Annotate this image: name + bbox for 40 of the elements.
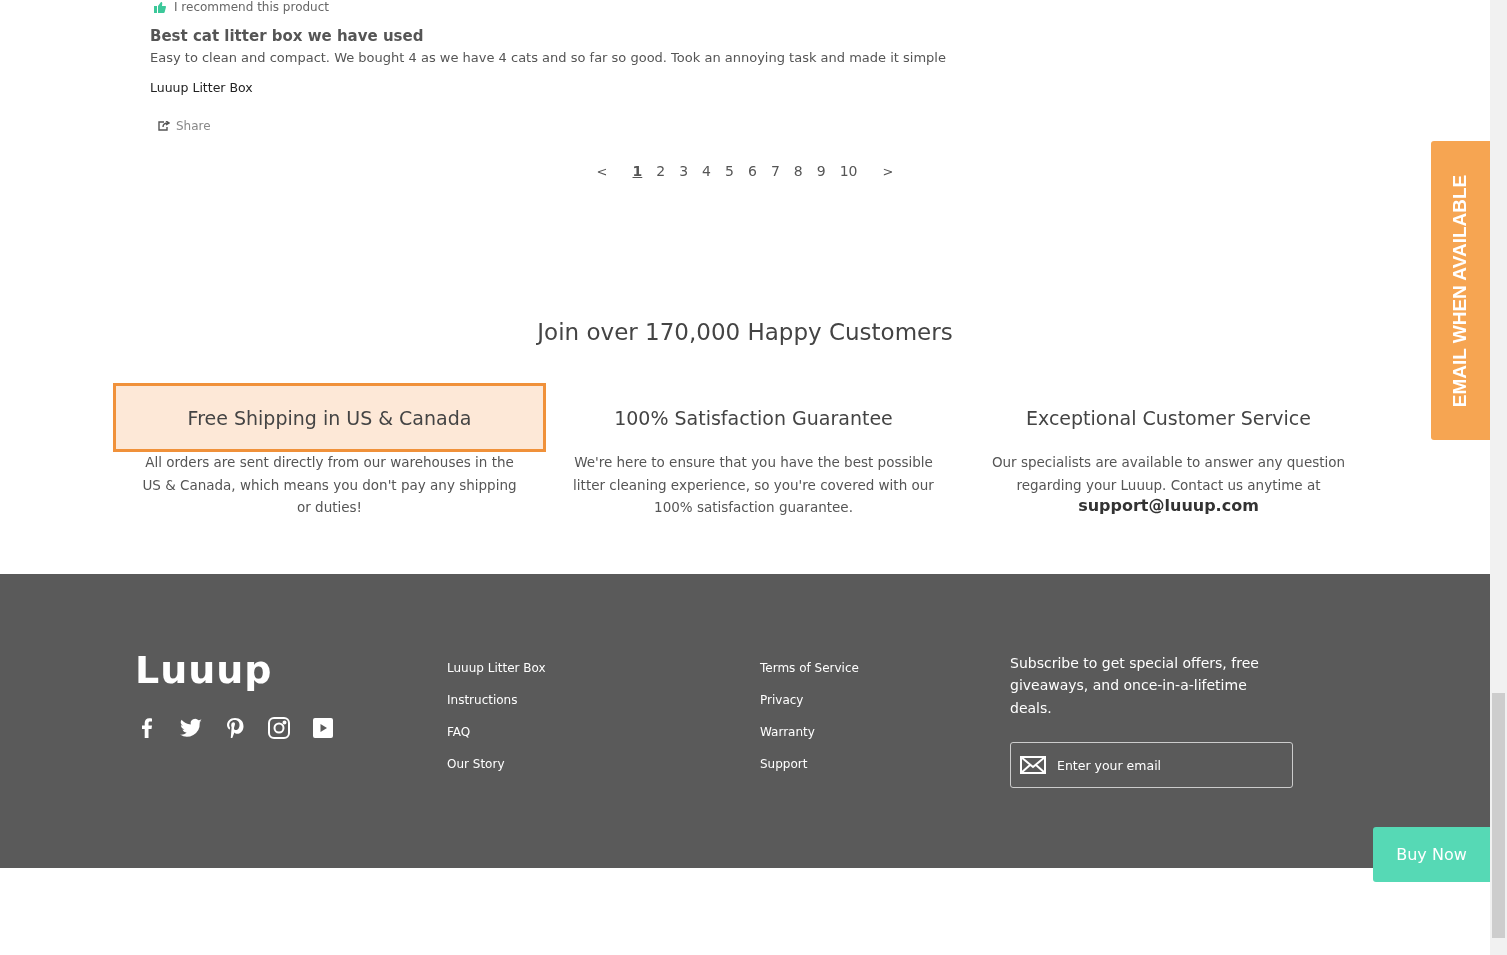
page-link[interactable]: 1 [625,163,650,179]
share-icon [158,121,170,131]
subscribe-text: Subscribe to get special offers, free giveaways, and once-in-a-lifetime deals. [1010,653,1260,718]
page-link[interactable]: 3 [672,163,696,179]
mail-icon [1020,756,1046,774]
support-email: support@luuup.com [1078,496,1259,515]
thumbs-up-icon [154,2,166,13]
footer-link[interactable]: FAQ [447,722,760,741]
page-link[interactable]: 6 [740,163,764,179]
footer-link[interactable]: Terms of Service [760,658,1010,677]
page-link[interactable]: 9 [809,163,833,179]
page-link[interactable]: 7 [763,163,787,179]
page-link[interactable]: 4 [695,163,719,179]
footer-link[interactable]: Luuup Litter Box [447,658,760,677]
feature-title: 100% Satisfaction Guarantee [613,405,894,431]
youtube-icon[interactable] [311,715,335,740]
footer-link[interactable]: Instructions [447,690,760,709]
share-button[interactable]: Share [158,119,211,133]
review-text: Easy to clean and compact. We bought 4 as we have 4 cats and so far so good. Took an annoying task and made it simple [150,50,947,65]
scrollbar-thumb[interactable] [1492,693,1505,938]
page-link[interactable]: 10 [832,163,865,179]
footer-link[interactable]: Our Story [447,754,760,773]
feature-title: Exceptional Customer Service [1025,405,1312,431]
recommend-text: I recommend this product [174,0,329,15]
feature-text: Our specialists are available to answer any question regarding your Luuup. Contact us anytime at [990,453,1347,495]
footer-link[interactable]: Support [760,754,1010,773]
page-link[interactable]: 8 [786,163,810,179]
footer-link[interactable]: Privacy [760,690,1010,709]
footer-link[interactable]: Warranty [760,722,1010,741]
instagram-icon[interactable] [267,715,291,740]
previous-page-link[interactable]: < [578,163,626,179]
product-name: Luuup Litter Box [150,80,254,95]
feature-text: All orders are sent directly from our warehouses in the US & Canada, which means you don't pay any shipping or duties! [141,453,518,517]
page-link[interactable]: 2 [649,163,673,179]
page-link[interactable]: 5 [718,163,741,179]
email-field[interactable]: Enter your email [1010,742,1293,788]
next-page-link[interactable]: > [864,163,912,179]
feature-title: Free Shipping in US & Canada [113,383,546,452]
feature-text: We're here to ensure that you have the best possible litter cleaning experience, so you're covered with our 100% satisfaction guarantee. [572,453,935,517]
review-title: Best cat litter box we have used [150,27,425,45]
